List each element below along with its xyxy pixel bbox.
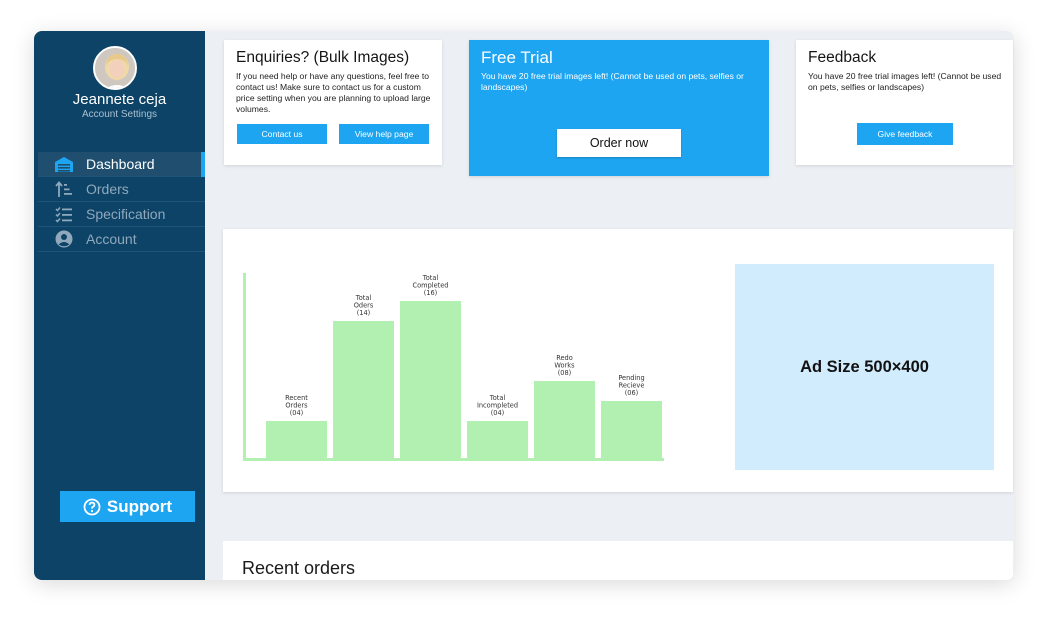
free-trial-title: Free Trial (481, 48, 553, 67)
enquiries-text: If you need help or have any questions, … (236, 71, 431, 114)
view-help-page-button[interactable]: View help page (339, 124, 429, 144)
question-circle-icon (83, 498, 101, 516)
ad-placeholder: Ad Size 500×400 (735, 264, 994, 470)
feedback-title: Feedback (808, 49, 877, 66)
sidebar-nav: Dashboard Orders Specification Account (34, 152, 205, 252)
bar-label-4: (04) (491, 409, 505, 417)
free-trial-text: You have 20 free trial images left! (Can… (481, 71, 744, 92)
account-settings-link[interactable]: Account Settings (34, 109, 205, 120)
garage-icon (54, 155, 74, 173)
feedback-text: You have 20 free trial images left! (Can… (808, 71, 1002, 92)
app-window: Jeannete ceja Account Settings Dashboard (34, 31, 1014, 580)
bar-3[interactable] (400, 301, 461, 461)
enquiries-card: Enquiries? (Bulk Images) If you need hel… (224, 40, 442, 165)
support-label: Support (106, 496, 173, 516)
recent-orders-section: Recent orders (223, 541, 1013, 580)
y-axis-line (243, 273, 246, 461)
sidebar-item-label: Account (86, 231, 137, 247)
order-now-button[interactable]: Order now (557, 129, 681, 157)
free-trial-card: Free Trial You have 20 free trial images… (469, 40, 769, 176)
orders-bar-chart: RecentOrders(04)TotalOders(14)TotalCompl… (243, 273, 664, 461)
give-feedback-button[interactable]: Give feedback (857, 123, 953, 145)
sidebar-item-label: Specification (86, 206, 166, 222)
feedback-card: Feedback You have 20 free trial images l… (796, 40, 1013, 165)
sidebar-item-label: Dashboard (86, 156, 155, 172)
bar-label-6: (06) (625, 389, 639, 397)
bar-label-5: (08) (558, 369, 572, 377)
sort-ascending-icon (54, 180, 74, 198)
checklist-icon (54, 205, 74, 223)
sidebar-item-label: Orders (86, 181, 129, 197)
contact-us-button[interactable]: Contact us (237, 124, 327, 144)
sidebar-item-dashboard[interactable]: Dashboard (38, 152, 205, 177)
support-button[interactable]: Support (60, 491, 195, 522)
enquiries-title: Enquiries? (Bulk Images) (236, 49, 410, 66)
sidebar-item-account[interactable]: Account (38, 227, 205, 252)
sidebar: Jeannete ceja Account Settings Dashboard (34, 31, 205, 580)
bar-label-3: (16) (424, 289, 438, 297)
avatar[interactable] (93, 46, 137, 90)
recent-orders-title: Recent orders (242, 558, 356, 578)
bar-5[interactable] (534, 381, 595, 461)
sidebar-item-orders[interactable]: Orders (38, 177, 205, 202)
bar-label-2: (14) (357, 309, 371, 317)
user-name: Jeannete ceja (72, 91, 167, 108)
sidebar-item-specification[interactable]: Specification (38, 202, 205, 227)
bar-label-1: (04) (290, 409, 304, 417)
bar-1[interactable] (266, 421, 327, 461)
bar-6[interactable] (601, 401, 662, 461)
orders-chart-card: Recent Orders (04) Total Oders (14) Total Compl… (223, 229, 1013, 492)
bar-2[interactable] (333, 321, 394, 461)
bar-4[interactable] (467, 421, 528, 461)
account-circle-icon (54, 230, 74, 248)
user-photo-icon (95, 48, 135, 88)
